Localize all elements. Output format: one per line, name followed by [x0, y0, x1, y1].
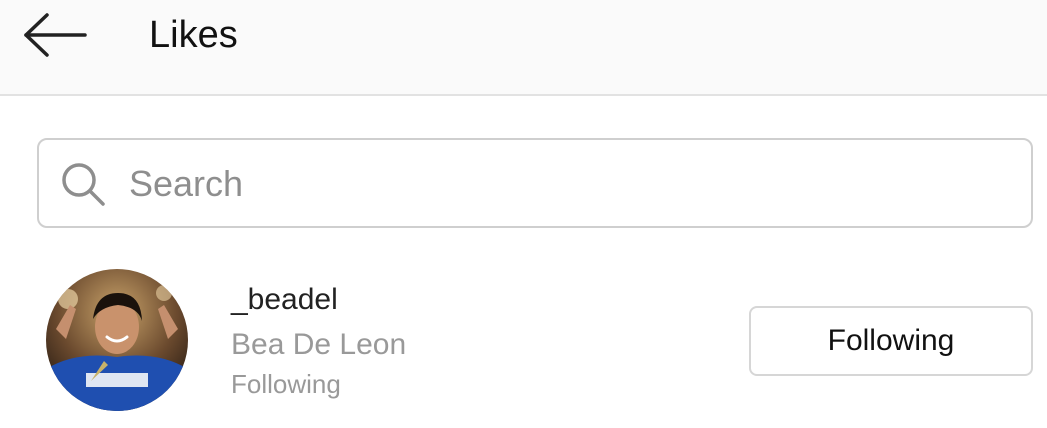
- avatar[interactable]: [46, 269, 188, 411]
- search-box[interactable]: [37, 138, 1033, 228]
- following-button[interactable]: Following: [749, 306, 1033, 376]
- relationship-status: Following: [231, 369, 341, 399]
- search-input[interactable]: [129, 152, 1009, 216]
- list-item[interactable]: _beadel Bea De Leon Following Following: [0, 262, 1047, 422]
- arrow-left-icon: [24, 13, 87, 57]
- back-button[interactable]: [18, 6, 94, 64]
- username[interactable]: _beadel: [231, 282, 338, 318]
- avatar-photo: [46, 269, 188, 411]
- search-icon: [62, 163, 105, 206]
- full-name: Bea De Leon: [231, 328, 407, 361]
- header-bar: Likes: [0, 0, 1047, 96]
- page-title: Likes: [149, 14, 238, 56]
